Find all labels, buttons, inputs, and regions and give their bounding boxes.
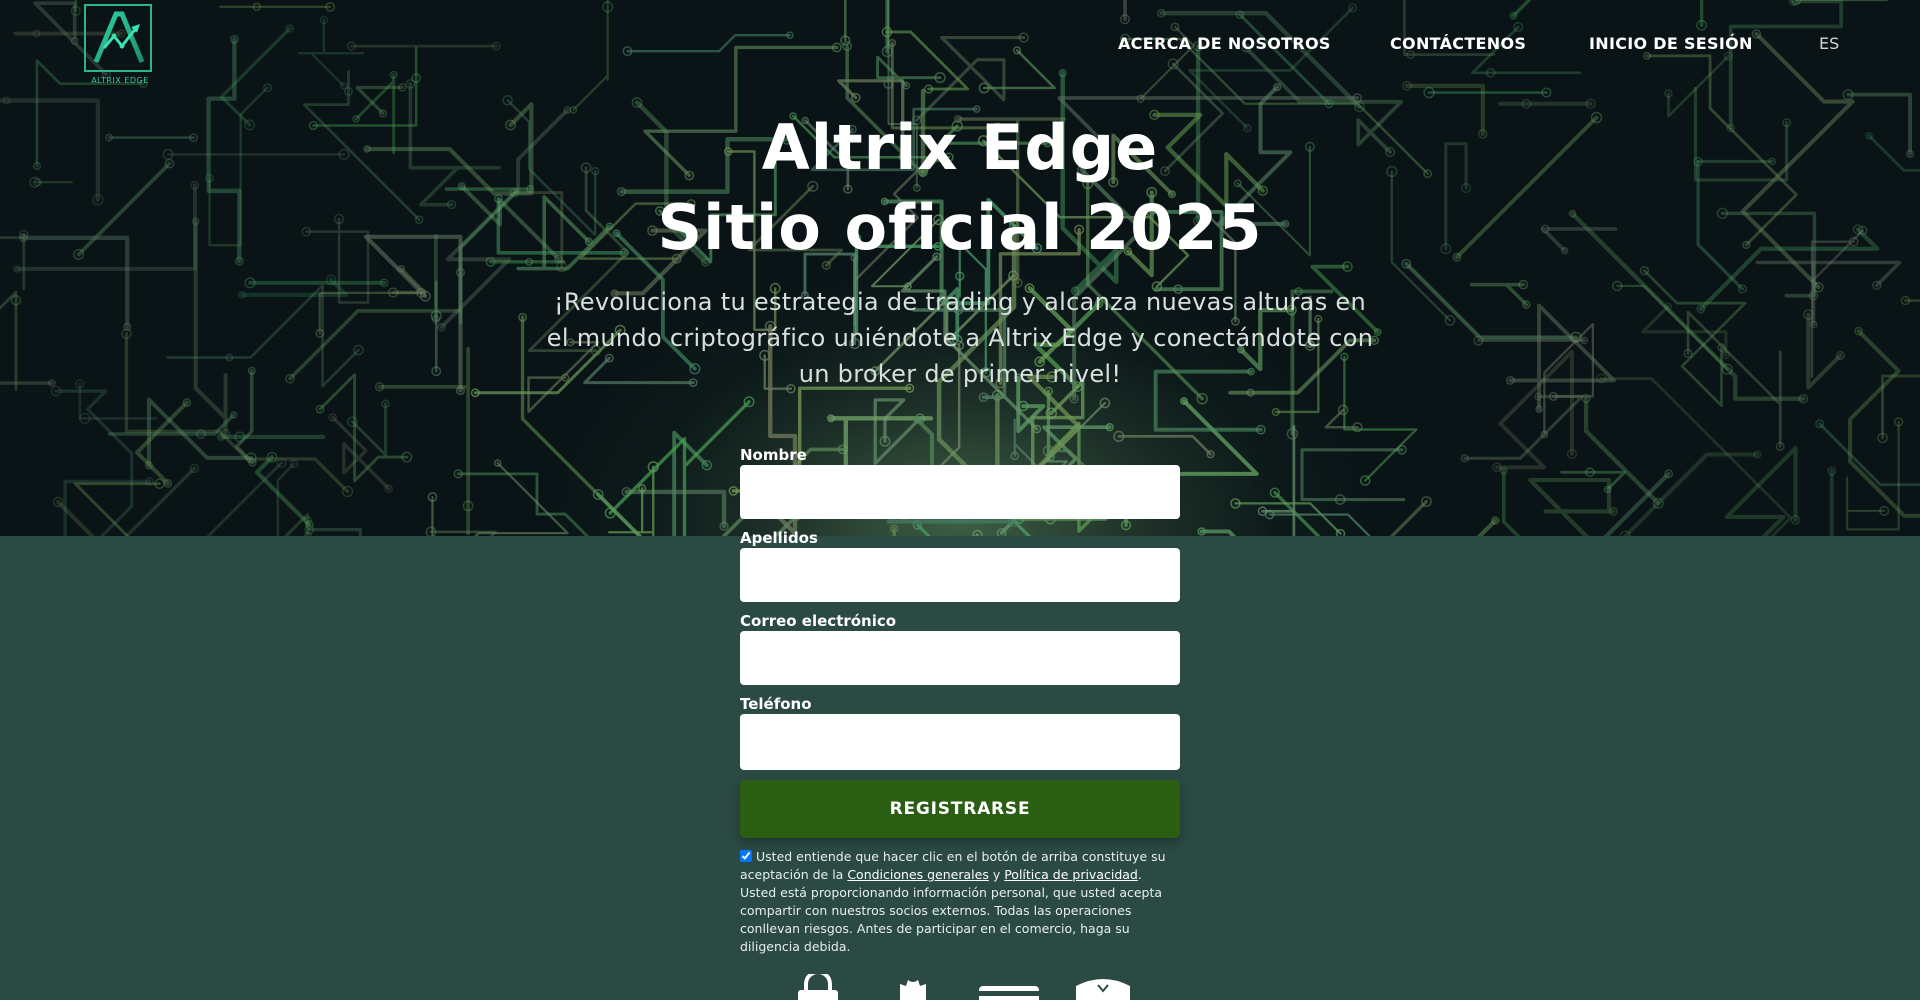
page: ALTRIX EDGE ACERCA DE NOSOTROS CONTÁCTEN… — [0, 0, 1920, 1000]
phone-label: Teléfono — [740, 695, 812, 713]
terms-link[interactable]: Condiciones generales — [847, 867, 989, 882]
card-icon — [979, 986, 1039, 1000]
registration-form: Nombre Apellidos Correo electrónico Telé… — [740, 446, 1180, 956]
consent-text: Usted entiende que hacer clic en el botó… — [740, 848, 1180, 956]
nav-login[interactable]: INICIO DE SESIÓN — [1589, 34, 1753, 53]
nav-about[interactable]: ACERCA DE NOSOTROS — [1118, 34, 1331, 53]
first-name-input[interactable] — [740, 465, 1180, 519]
first-name-label: Nombre — [740, 446, 807, 464]
last-name-label: Apellidos — [740, 529, 818, 547]
lock-icon — [798, 974, 838, 1000]
privacy-link[interactable]: Política de privacidad — [1004, 867, 1138, 882]
language-selector[interactable]: ES — [1819, 34, 1839, 53]
hero-title-line1: Altrix Edge — [761, 111, 1159, 184]
consent-checkbox[interactable] — [740, 850, 752, 862]
logo-frame — [84, 4, 152, 72]
trust-icons — [0, 974, 1920, 1000]
hero-title-line2: Sitio oficial 2025 — [657, 191, 1263, 264]
shirt-icon — [900, 980, 926, 1000]
logo-a-icon — [93, 11, 145, 63]
logo-wordmark: ALTRIX EDGE — [91, 76, 149, 85]
email-label: Correo electrónico — [740, 612, 897, 630]
register-button[interactable]: REGISTRARSE — [740, 780, 1180, 838]
email-input[interactable] — [740, 631, 1180, 685]
last-name-input[interactable] — [740, 548, 1180, 602]
shield-icon — [1076, 979, 1130, 1000]
hero-subtitle: ¡Revoluciona tu estrategia de trading y … — [546, 288, 1374, 388]
nav-contact[interactable]: CONTÁCTENOS — [1390, 34, 1526, 53]
consent-and: y — [992, 867, 1001, 882]
phone-input[interactable] — [740, 714, 1180, 770]
brand-logo[interactable]: ALTRIX EDGE — [80, 4, 160, 88]
hero-title: Altrix Edge Sitio oficial 2025 — [0, 108, 1920, 268]
